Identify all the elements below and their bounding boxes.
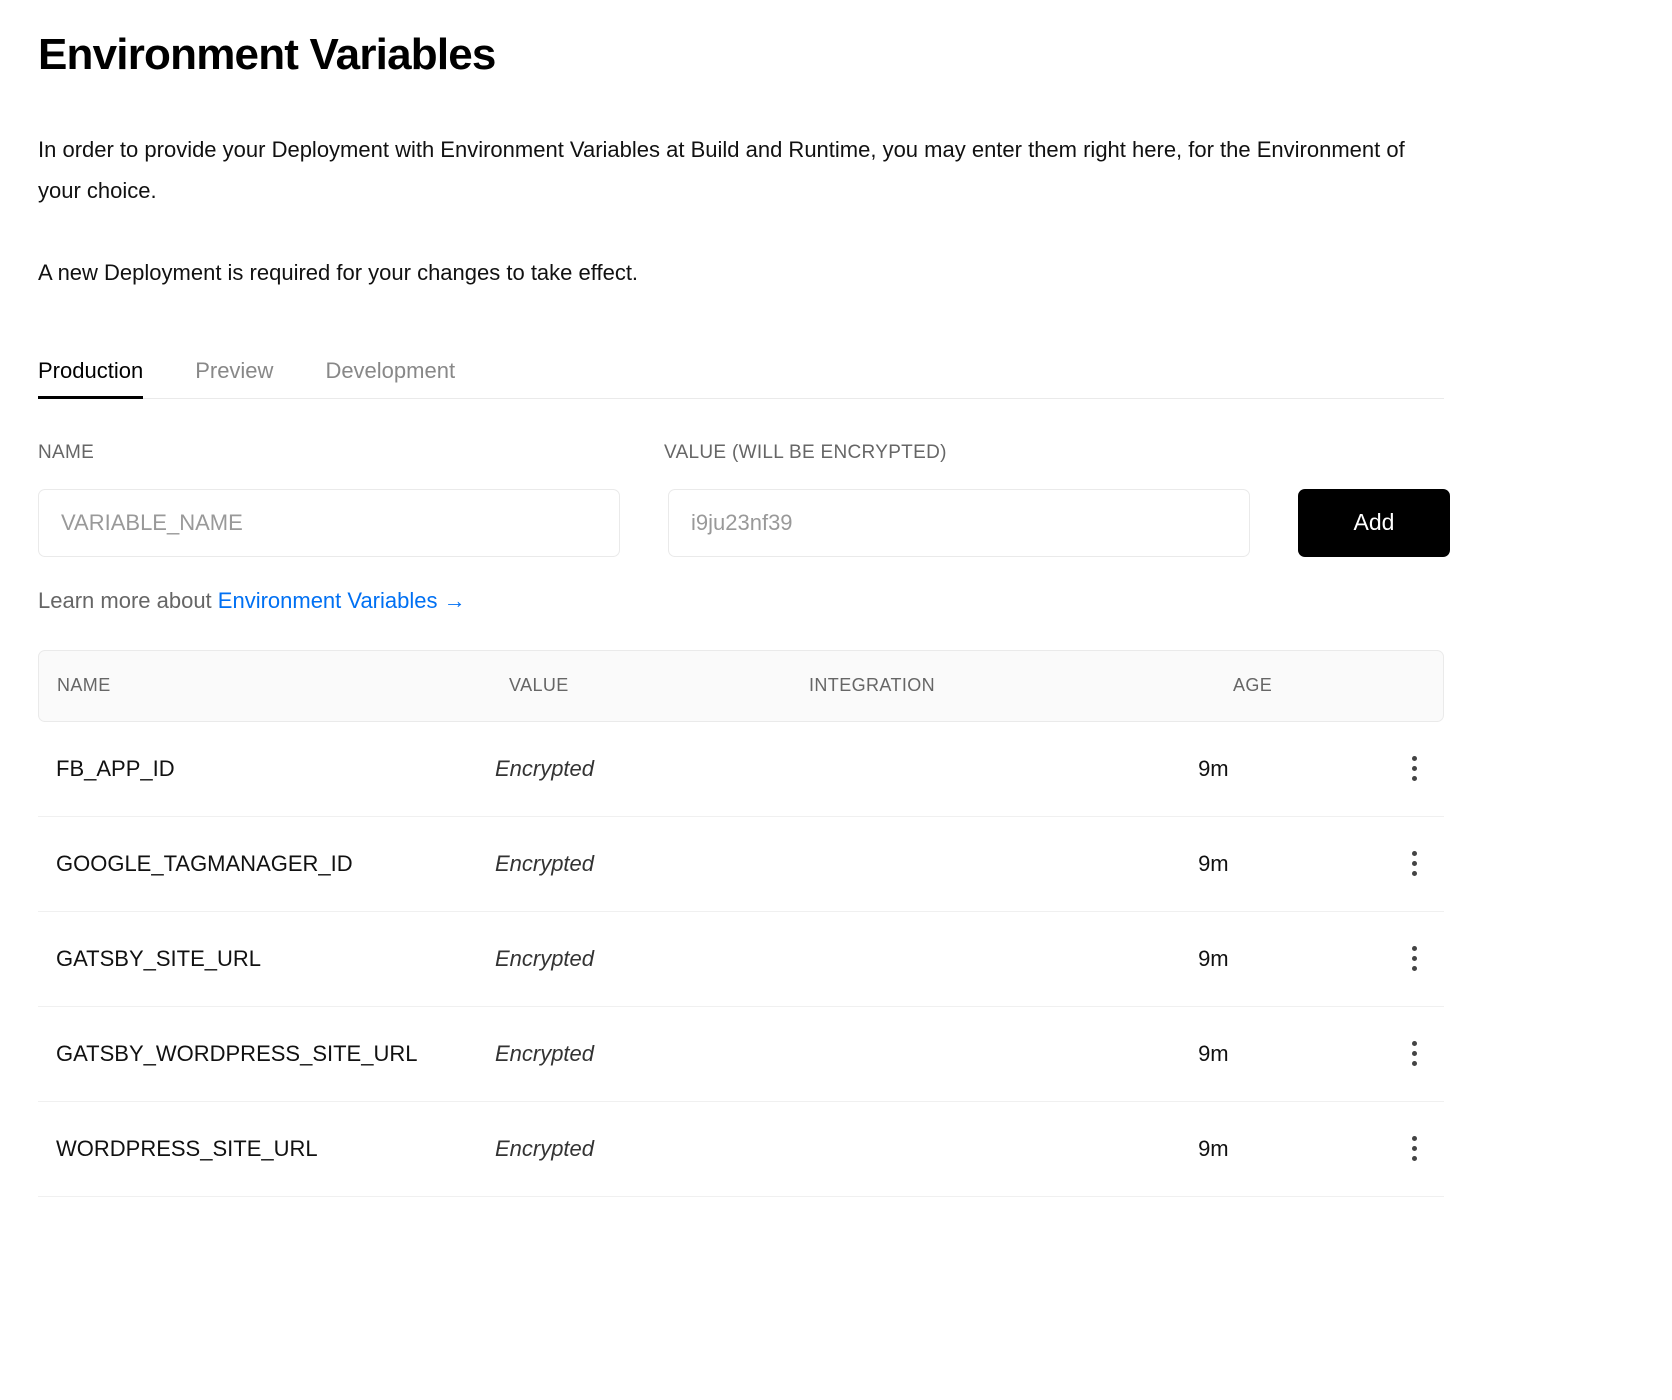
dot	[1412, 766, 1418, 772]
dot	[1412, 861, 1418, 867]
description-paragraph-2: A new Deployment is required for your ch…	[38, 259, 639, 285]
row-menu-icon[interactable]	[1386, 1119, 1444, 1179]
environment-tabs: Production Preview Development	[38, 345, 1444, 399]
add-variable-form: Add	[38, 488, 1634, 557]
cell-name: GATSBY_SITE_URL	[56, 945, 261, 971]
cell-name: FB_APP_ID	[56, 755, 175, 781]
value-field-label: VALUE (WILL BE ENCRYPTED)	[664, 441, 947, 463]
cell-name: GATSBY_WORDPRESS_SITE_URL	[56, 1040, 418, 1066]
cell-age: 9m	[1198, 755, 1229, 781]
table-row: GATSBY_WORDPRESS_SITE_URL Encrypted 9m	[38, 1007, 1444, 1102]
table-row: WORDPRESS_SITE_URL Encrypted 9m	[38, 1102, 1444, 1197]
row-menu-icon[interactable]	[1386, 1024, 1444, 1084]
cell-name: GOOGLE_TAGMANAGER_ID	[56, 850, 353, 876]
table-row: GATSBY_SITE_URL Encrypted 9m	[38, 912, 1444, 1007]
row-menu-icon[interactable]	[1386, 929, 1444, 989]
dot	[1412, 756, 1418, 762]
dot	[1412, 1136, 1418, 1142]
dot	[1412, 946, 1418, 952]
dot	[1412, 851, 1418, 857]
column-header-value: VALUE	[509, 675, 569, 696]
page-title: Environment Variables	[38, 30, 496, 79]
row-menu-icon[interactable]	[1386, 739, 1444, 799]
cell-value: Encrypted	[494, 850, 595, 876]
form-field-labels: NAME VALUE (WILL BE ENCRYPTED)	[38, 442, 1634, 464]
tab-production[interactable]: Production	[38, 359, 144, 399]
dot	[1412, 776, 1418, 782]
dot	[1412, 1146, 1418, 1152]
learn-more-row: Learn more about Environment Variables →	[38, 588, 1634, 614]
value-input[interactable]	[668, 488, 1250, 557]
environment-variables-page: Environment Variables In order to provid…	[0, 0, 1672, 1400]
learn-more-prefix: Learn more about	[38, 587, 218, 613]
dot	[1412, 956, 1418, 962]
table-header-row: NAME VALUE INTEGRATION AGE	[38, 649, 1444, 722]
environment-variables-link[interactable]: Environment Variables →	[218, 588, 466, 613]
cell-age: 9m	[1198, 945, 1229, 971]
add-button[interactable]: Add	[1298, 488, 1450, 557]
tab-preview[interactable]: Preview	[195, 359, 273, 398]
table-row: GOOGLE_TAGMANAGER_ID Encrypted 9m	[38, 817, 1444, 912]
column-header-age: AGE	[1233, 675, 1273, 696]
cell-value: Encrypted	[494, 1040, 595, 1066]
cell-age: 9m	[1198, 850, 1229, 876]
description-paragraph-1: In order to provide your Deployment with…	[38, 136, 1405, 203]
column-header-integration: INTEGRATION	[809, 675, 936, 696]
cell-name: WORDPRESS_SITE_URL	[56, 1135, 318, 1161]
column-header-name: NAME	[57, 675, 111, 696]
tab-development[interactable]: Development	[325, 359, 455, 398]
cell-age: 9m	[1198, 1135, 1229, 1161]
cell-value: Encrypted	[494, 755, 595, 781]
cell-value: Encrypted	[494, 1135, 595, 1161]
table-row: FB_APP_ID Encrypted 9m	[38, 722, 1444, 817]
dot	[1412, 966, 1418, 972]
name-field-label: NAME	[38, 441, 95, 463]
dot	[1412, 871, 1418, 877]
environment-variables-table: NAME VALUE INTEGRATION AGE FB_APP_ID Enc…	[38, 649, 1444, 1197]
dot	[1412, 1156, 1418, 1162]
dot	[1412, 1041, 1418, 1047]
dot	[1412, 1051, 1418, 1057]
row-menu-icon[interactable]	[1386, 834, 1444, 894]
cell-value: Encrypted	[494, 945, 595, 971]
dot	[1412, 1061, 1418, 1067]
cell-age: 9m	[1198, 1040, 1229, 1066]
name-input[interactable]	[38, 488, 620, 557]
